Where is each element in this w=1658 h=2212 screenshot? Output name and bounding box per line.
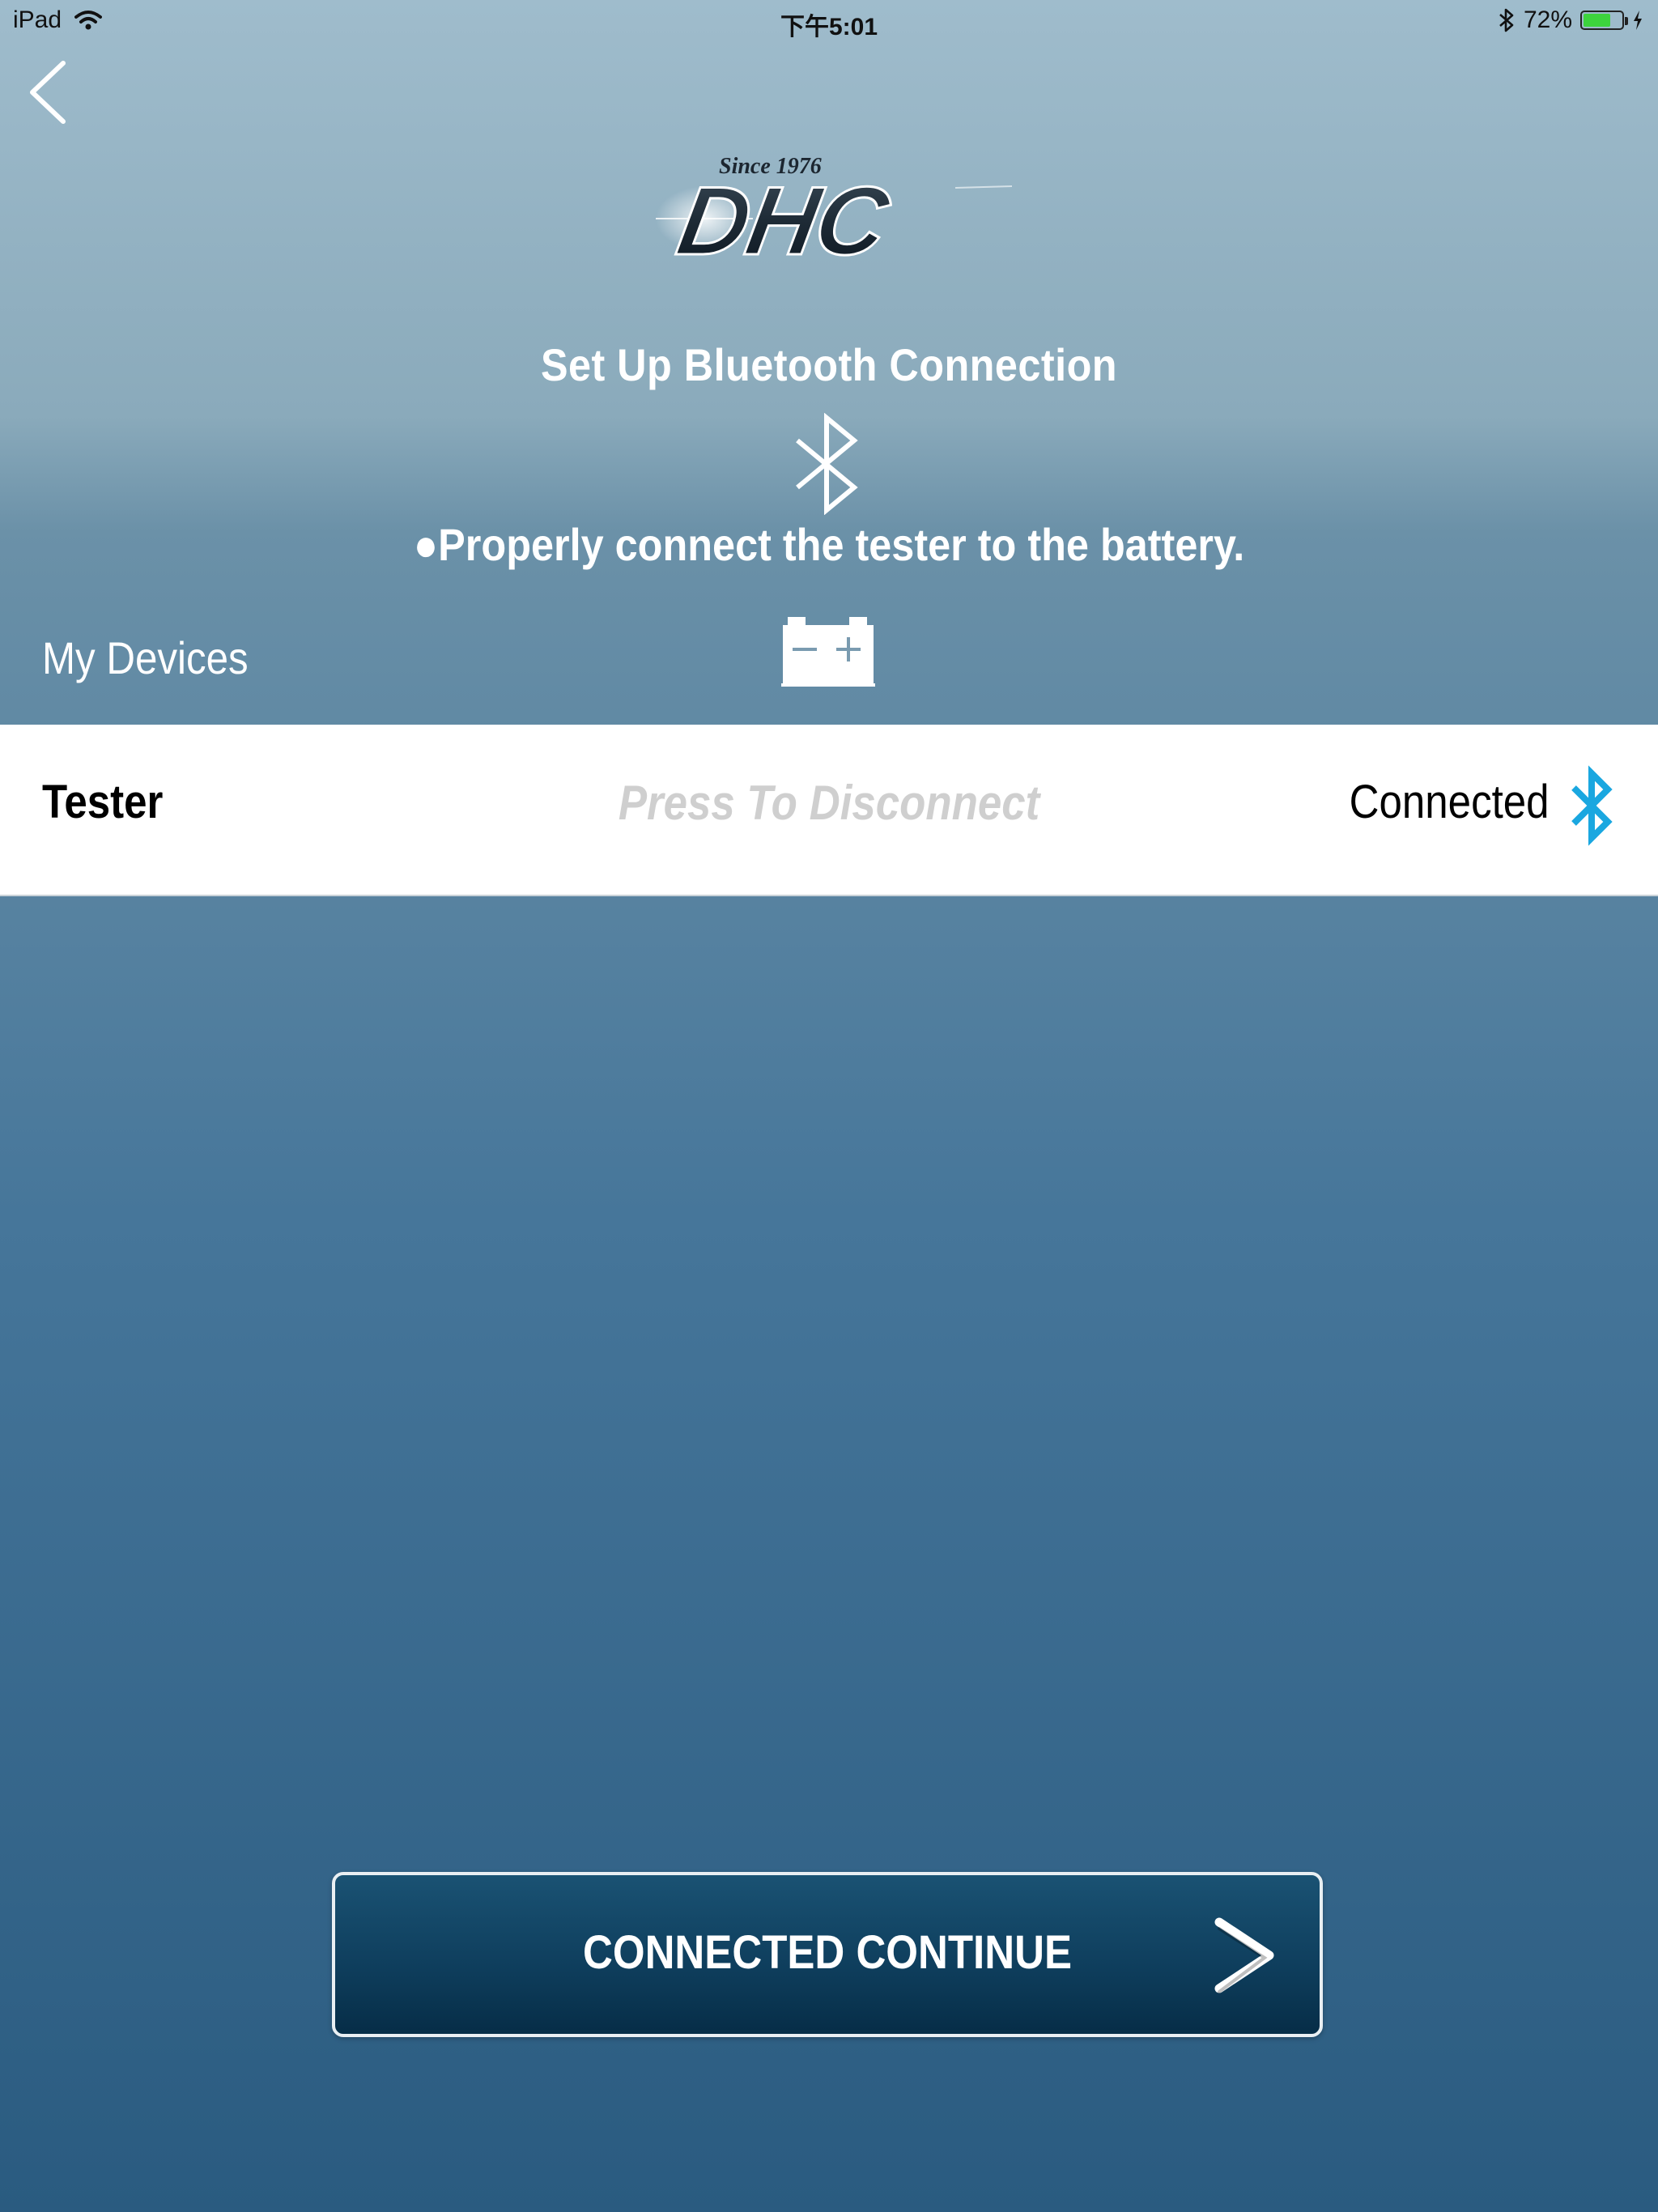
- chevron-right-icon: [1208, 1911, 1281, 2000]
- page-title: Set Up Bluetooth Connection: [540, 339, 1118, 390]
- charging-icon: [1634, 11, 1642, 30]
- connection-status: Connected: [1350, 776, 1550, 828]
- bluetooth-connected-icon: [1569, 765, 1616, 846]
- brand-logo: Since 1976 DHC: [648, 146, 1020, 276]
- clock: 下午5:01: [780, 14, 878, 40]
- bluetooth-icon: [1499, 8, 1514, 32]
- chevron-left-icon: [30, 61, 66, 124]
- device-row[interactable]: Tester Press To Disconnect Connected: [0, 725, 1658, 896]
- connected-continue-button[interactable]: CONNECTED CONTINUE: [332, 1872, 1323, 2037]
- logo-text: DHC: [670, 167, 898, 275]
- continue-label: CONNECTED CONTINUE: [583, 1926, 1072, 1979]
- my-devices-label: My Devices: [42, 632, 249, 683]
- bluetooth-icon: [791, 412, 867, 516]
- battery-percent: 72%: [1523, 6, 1572, 33]
- car-battery-icon: [781, 615, 875, 688]
- back-button[interactable]: [21, 57, 78, 130]
- battery-icon: [1580, 11, 1628, 30]
- status-bar: iPad 下午5:01 72%: [0, 0, 1658, 40]
- battery-fill: [1584, 14, 1611, 27]
- status-right: 72%: [1498, 6, 1643, 34]
- battery-cap: [1625, 17, 1628, 25]
- disconnect-hint[interactable]: Press To Disconnect: [100, 775, 1558, 831]
- instruction-text: ●Properly connect the tester to the batt…: [413, 519, 1245, 570]
